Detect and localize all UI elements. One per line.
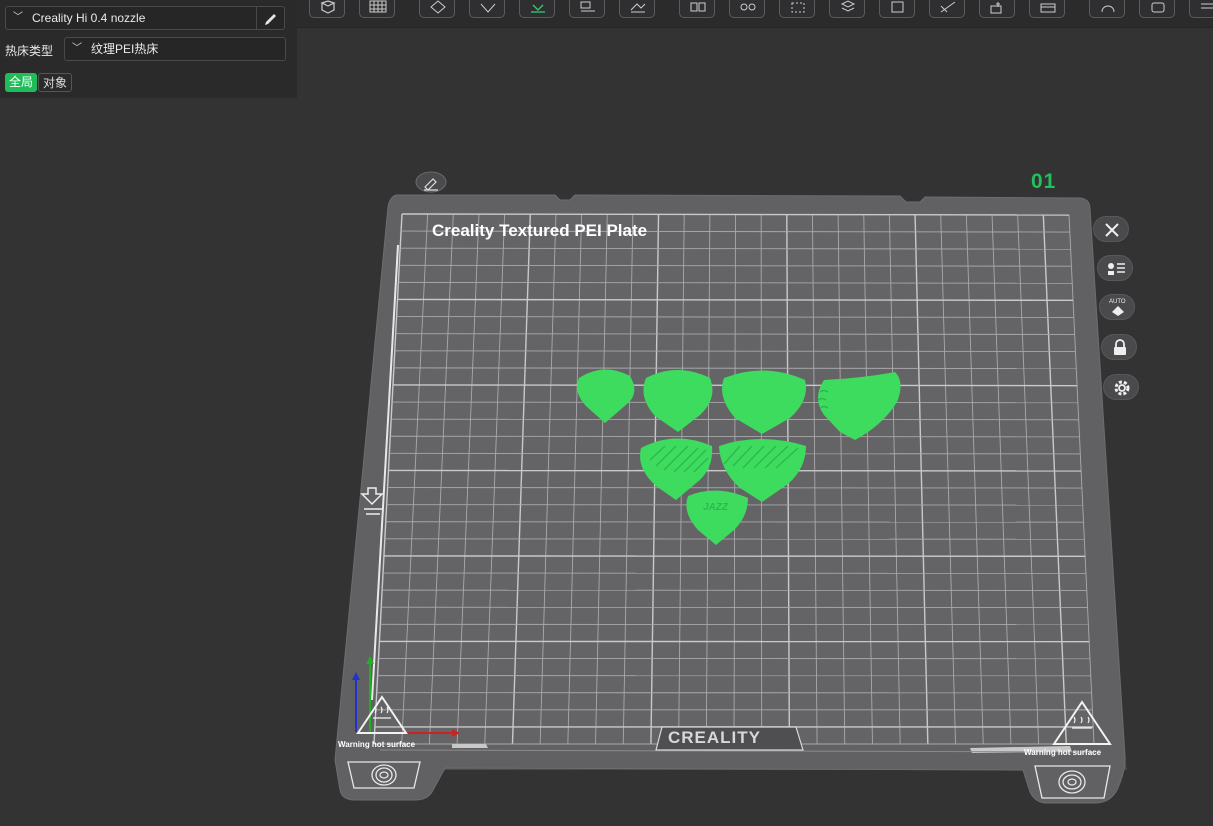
arrange-icon — [1108, 263, 1125, 275]
auto-label: AUTO — [1109, 299, 1126, 305]
close-plate-button[interactable] — [1093, 216, 1129, 242]
plate-title: Creality Textured PEI Plate — [432, 221, 648, 240]
auto-orient-icon: AUTO — [1109, 299, 1126, 316]
bottom-stripe-left — [452, 744, 488, 748]
edit-plate-name-button[interactable] — [415, 171, 447, 193]
grid-line — [391, 418, 1079, 421]
brand-logo: CREALITY — [668, 728, 761, 747]
grid-line — [397, 298, 1074, 302]
grid-line — [390, 435, 1080, 438]
warning-left-text: Warning hot surface — [338, 740, 416, 749]
gear-icon — [1114, 380, 1130, 396]
build-plate[interactable] — [0, 0, 1213, 826]
lock-plate-button[interactable] — [1101, 334, 1137, 360]
warning-right-text: Warning hot surface — [1024, 748, 1102, 757]
arrange-button[interactable] — [1097, 255, 1133, 281]
plate-number[interactable]: 01 — [1031, 170, 1056, 194]
lock-icon — [1114, 339, 1126, 355]
emboss-label: JAZZ — [703, 502, 728, 513]
auto-orient-button[interactable]: AUTO — [1099, 294, 1135, 320]
plate-settings-button[interactable] — [1103, 374, 1139, 400]
close-icon — [1105, 223, 1119, 237]
